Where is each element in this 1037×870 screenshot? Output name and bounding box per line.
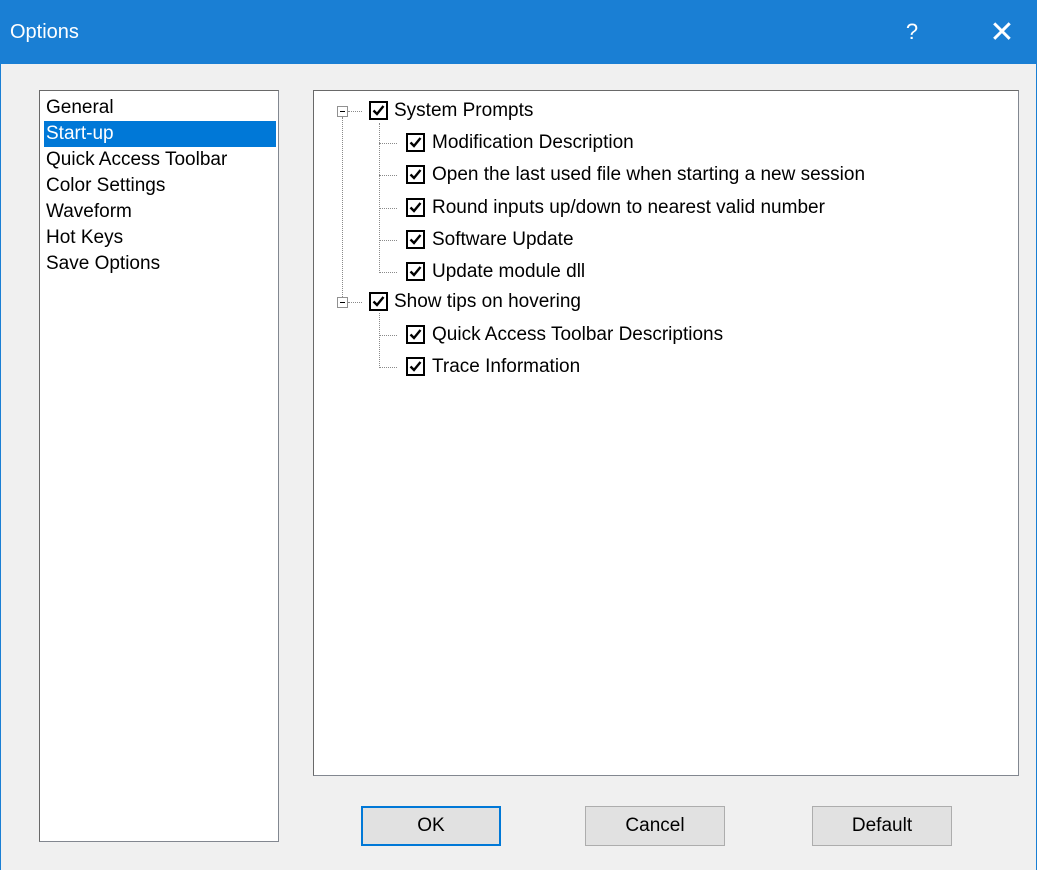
category-item-color-settings[interactable]: Color Settings: [44, 173, 276, 199]
category-item-general[interactable]: General: [44, 95, 276, 121]
options-tree[interactable]: System Prompts Modification Description …: [313, 90, 1019, 776]
tree-connector: [379, 313, 380, 368]
tree-label-open-last-used-file[interactable]: Open the last used file when starting a …: [432, 163, 865, 187]
category-item-hot-keys[interactable]: Hot Keys: [44, 225, 276, 251]
checkbox-update-module-dll[interactable]: [406, 262, 425, 281]
tree-connector: [379, 123, 380, 273]
checkbox-trace-information[interactable]: [406, 357, 425, 376]
tree-connector: [348, 302, 362, 303]
tree-connector: [342, 117, 343, 301]
ok-button[interactable]: OK: [361, 806, 501, 846]
check-icon: [409, 361, 422, 372]
check-icon: [372, 296, 385, 307]
tree-connector: [379, 143, 397, 144]
tree-label-modification-description[interactable]: Modification Description: [432, 131, 634, 155]
check-icon: [409, 137, 422, 148]
tree-connector: [379, 367, 397, 368]
checkbox-quick-access-toolbar-descriptions[interactable]: [406, 325, 425, 344]
tree-label-quick-access-toolbar-descriptions[interactable]: Quick Access Toolbar Descriptions: [432, 323, 723, 347]
window-border-left: [0, 64, 1, 870]
checkbox-show-tips-on-hovering[interactable]: [369, 292, 388, 311]
checkbox-system-prompts[interactable]: [369, 101, 388, 120]
category-item-quick-access-toolbar[interactable]: Quick Access Toolbar: [44, 147, 276, 173]
check-icon: [409, 234, 422, 245]
checkbox-open-last-used-file[interactable]: [406, 165, 425, 184]
check-icon: [372, 105, 385, 116]
help-button[interactable]: ?: [880, 0, 944, 64]
tree-connector: [379, 208, 397, 209]
tree-connector: [379, 240, 397, 241]
category-item-save-options[interactable]: Save Options: [44, 251, 276, 277]
tree-label-system-prompts[interactable]: System Prompts: [394, 99, 533, 123]
checkbox-software-update[interactable]: [406, 230, 425, 249]
checkbox-round-inputs[interactable]: [406, 198, 425, 217]
tree-label-round-inputs[interactable]: Round inputs up/down to nearest valid nu…: [432, 196, 825, 220]
tree-connector: [348, 111, 362, 112]
tree-label-show-tips-on-hovering[interactable]: Show tips on hovering: [394, 290, 581, 314]
tree-label-software-update[interactable]: Software Update: [432, 228, 574, 252]
tree-connector: [379, 175, 397, 176]
tree-connector: [379, 272, 397, 273]
check-icon: [409, 329, 422, 340]
help-icon: ?: [905, 19, 919, 44]
check-icon: [409, 202, 422, 213]
cancel-button[interactable]: Cancel: [585, 806, 725, 846]
tree-label-trace-information[interactable]: Trace Information: [432, 355, 580, 379]
title-bar[interactable]: Options ? ✕: [0, 0, 1037, 64]
close-icon: ✕: [989, 15, 1015, 49]
checkbox-modification-description[interactable]: [406, 133, 425, 152]
collapse-icon[interactable]: [337, 106, 348, 117]
close-button[interactable]: ✕: [970, 0, 1034, 64]
check-icon: [409, 266, 422, 277]
tree-label-update-module-dll[interactable]: Update module dll: [432, 260, 585, 284]
category-item-waveform[interactable]: Waveform: [44, 199, 276, 225]
default-button[interactable]: Default: [812, 806, 952, 846]
collapse-icon[interactable]: [337, 297, 348, 308]
window-title: Options: [10, 21, 79, 43]
category-list[interactable]: General Start-up Quick Access Toolbar Co…: [39, 90, 279, 842]
check-icon: [409, 169, 422, 180]
tree-connector: [379, 335, 397, 336]
category-item-start-up[interactable]: Start-up: [44, 121, 276, 147]
